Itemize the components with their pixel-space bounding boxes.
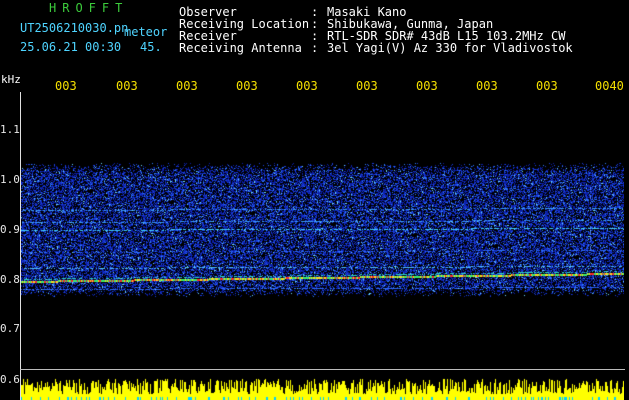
time-tick: 003 <box>55 79 77 93</box>
time-tick: 003 <box>296 79 318 93</box>
time-tick: 003 <box>236 79 258 93</box>
time-tick: 003 <box>476 79 498 93</box>
time-tick: 003 <box>536 79 558 93</box>
antenna-separator: : <box>311 41 319 55</box>
freq-tick: 0.9 <box>0 223 20 236</box>
frequency-unit: kHz <box>1 73 21 86</box>
file-name: UT2506210030.pn <box>20 21 129 35</box>
time-tick: 003 <box>416 79 438 93</box>
time-tick: 003 <box>116 79 138 93</box>
meteor-count: 45. <box>140 40 162 54</box>
freq-tick: 1.0 <box>0 173 20 186</box>
mode-label: meteor <box>124 25 168 39</box>
amplitude-baseline <box>20 369 625 370</box>
time-tick: 003 <box>356 79 378 93</box>
freq-tick: 0.8 <box>0 273 20 286</box>
spectrogram-canvas <box>20 92 624 400</box>
freq-tick: 1.1 <box>0 123 20 136</box>
capture-datetime: 25.06.21 00:30 <box>20 40 122 54</box>
freq-tick: 0.6 <box>0 373 20 386</box>
antenna-value: 3el Yagi(V) Az 330 for Vladivostok <box>327 41 573 55</box>
frequency-axis-line <box>20 92 21 400</box>
app-brand: HROFFT <box>49 1 129 15</box>
time-tick: 003 <box>176 79 198 93</box>
time-tick: 0040 <box>595 79 624 93</box>
antenna-label: Receiving Antenna <box>179 41 302 55</box>
freq-tick: 0.7 <box>0 322 20 335</box>
